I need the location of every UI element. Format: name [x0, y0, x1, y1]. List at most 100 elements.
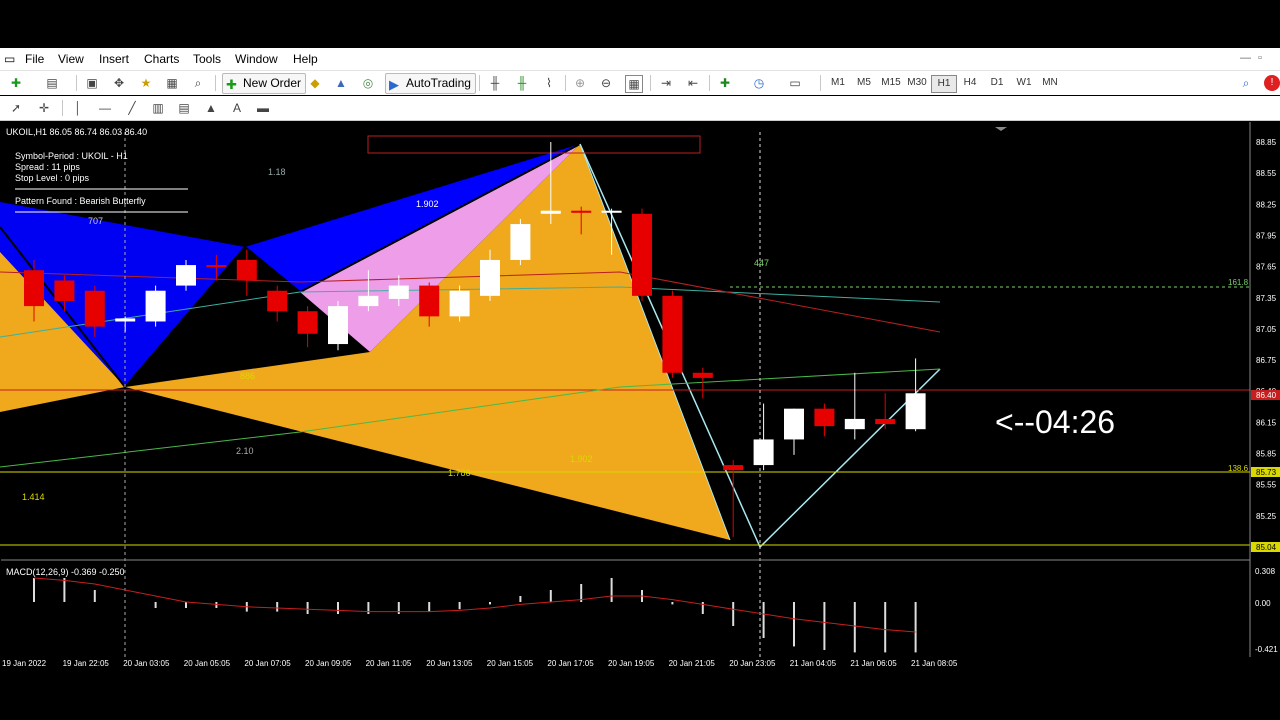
vertical-line-icon[interactable]: │: [70, 100, 86, 116]
chart-shift-marker[interactable]: [995, 127, 1007, 131]
price-marker-label: 85.04: [1256, 543, 1277, 552]
tf-d1[interactable]: D1: [985, 75, 1009, 91]
price-tick-label: 85.55: [1256, 481, 1277, 490]
macd-label: MACD(12,26,9) -0.369 -0.250: [6, 567, 125, 577]
macd-signal-line: [33, 577, 916, 633]
fib-label-1618: 161.8: [1228, 278, 1249, 287]
candle-bear: [297, 311, 318, 334]
price-tick-label: 86.75: [1256, 356, 1277, 365]
candle-bull: [115, 318, 136, 322]
new-order-button[interactable]: ✚ New Order: [222, 73, 307, 94]
candle-bear: [723, 465, 744, 471]
candle-bear: [662, 295, 683, 373]
time-tick-label: 20 Jan 03:05: [123, 659, 170, 668]
candle-bull: [540, 210, 561, 214]
navigator-icon[interactable]: ✥: [111, 75, 127, 91]
templates-icon[interactable]: ▭: [787, 75, 803, 91]
menu-charts[interactable]: Charts: [144, 52, 179, 66]
macd-tick-top: 0.308: [1255, 567, 1276, 576]
label-icon[interactable]: ▬: [255, 100, 271, 116]
fib-label-1902b: 1.902: [570, 454, 593, 464]
candle-bull: [328, 306, 348, 345]
price-chart[interactable]: 88.85 88.55 88.25 87.95 87.65 87.35 87.05 86.75…: [0, 122, 1280, 672]
fib-label-707: 707: [88, 216, 103, 226]
search-icon[interactable]: ⌕: [1238, 75, 1254, 91]
price-tick-label: 88.25: [1256, 200, 1277, 209]
fibonacci-icon[interactable]: ▤: [176, 100, 192, 116]
gold-icon[interactable]: ◆: [307, 75, 323, 91]
menu-file[interactable]: File: [25, 52, 44, 66]
minimize-icon[interactable]: —: [1240, 52, 1251, 64]
tf-m1[interactable]: M1: [826, 75, 850, 91]
tf-h4[interactable]: H4: [958, 75, 982, 91]
app-icon[interactable]: ▭: [4, 52, 15, 66]
menu-tools[interactable]: Tools: [193, 52, 221, 66]
crosshair-icon[interactable]: ✛: [36, 100, 52, 116]
notification-icon[interactable]: !: [1264, 75, 1280, 91]
time-tick-label: 21 Jan 08:05: [911, 659, 958, 668]
menu-insert[interactable]: Insert: [99, 52, 129, 66]
candle-bear: [54, 280, 75, 301]
horizontal-line-icon[interactable]: —: [97, 100, 113, 116]
auto-scroll-icon[interactable]: ⇥: [658, 75, 674, 91]
chart-shift-icon[interactable]: ⇤: [685, 75, 701, 91]
info-symbol: Symbol-Period : UKOIL - H1: [15, 151, 128, 161]
data-window-icon[interactable]: ★: [138, 75, 154, 91]
market-watch-icon[interactable]: ▣: [84, 75, 100, 91]
time-tick-label: 20 Jan 17:05: [547, 659, 594, 668]
price-tick-label: 87.95: [1256, 231, 1277, 240]
indicators-icon[interactable]: ✚: [717, 75, 733, 91]
line-chart-icon[interactable]: ⌇: [541, 75, 557, 91]
chart-window[interactable]: 88.85 88.55 88.25 87.95 87.65 87.35 87.05 86.75…: [0, 122, 1280, 672]
bar-chart-icon[interactable]: ╫: [487, 75, 503, 91]
zoom-out-icon[interactable]: ⊖: [598, 75, 614, 91]
price-marker-label: 86.40: [1256, 391, 1277, 400]
candle-bear: [692, 372, 713, 378]
terminal-icon[interactable]: ▦: [164, 75, 180, 91]
new-chart-icon[interactable]: ✚: [8, 75, 24, 91]
cursor-icon[interactable]: ➚: [8, 100, 24, 116]
fib-label-886: 886: [240, 371, 255, 381]
profiles-icon[interactable]: ▤: [44, 75, 60, 91]
restore-icon[interactable]: ▫: [1258, 52, 1262, 64]
signals-icon[interactable]: ◎: [360, 75, 376, 91]
trendline-icon[interactable]: ╱: [124, 100, 140, 116]
info-stoplevel: Stop Level : 0 pips: [15, 173, 90, 183]
menu-window[interactable]: Window: [235, 52, 278, 66]
market-icon[interactable]: ▲: [333, 75, 349, 91]
autotrading-icon: ▶: [389, 77, 399, 92]
tf-m30[interactable]: M30: [905, 75, 929, 91]
time-tick-label: 21 Jan 04:05: [790, 659, 837, 668]
time-axis: 19 Jan 2022 19 Jan 22:05 20 Jan 03:05 20 Ja…: [2, 659, 958, 668]
menu-help[interactable]: Help: [293, 52, 318, 66]
candle-bull: [905, 393, 926, 430]
zoom-in-icon[interactable]: ⊕: [572, 75, 588, 91]
candlestick-icon[interactable]: ╫: [514, 75, 530, 91]
shapes-icon[interactable]: ▲: [203, 100, 219, 116]
tf-mn[interactable]: MN: [1038, 75, 1062, 91]
price-tick-label: 85.25: [1256, 512, 1277, 521]
time-tick-label: 19 Jan 22:05: [63, 659, 110, 668]
tile-windows-icon[interactable]: ▦: [625, 75, 643, 93]
fib-label-1414: 1.414: [22, 492, 45, 502]
autotrading-label: AutoTrading: [406, 76, 471, 90]
time-tick-label: 20 Jan 13:05: [426, 659, 473, 668]
tf-h1[interactable]: H1: [931, 75, 957, 93]
fib-label-210: 2.10: [236, 446, 254, 456]
menu-view[interactable]: View: [58, 52, 84, 66]
new-order-icon: ✚: [226, 77, 237, 92]
channel-icon[interactable]: ▥: [150, 100, 166, 116]
price-axis: 88.85 88.55 88.25 87.95 87.65 87.35 87.05 86.75…: [1251, 138, 1280, 552]
tester-icon[interactable]: ⌕: [190, 75, 206, 91]
price-marker-label: 85.73: [1256, 468, 1277, 477]
fib-label-447: 447: [754, 258, 769, 268]
tf-w1[interactable]: W1: [1012, 75, 1036, 91]
candle-bull: [601, 210, 622, 213]
periods-icon[interactable]: ◷: [751, 75, 767, 91]
candle-bear: [875, 418, 896, 425]
autotrading-button[interactable]: ▶ AutoTrading: [385, 73, 476, 94]
tf-m5[interactable]: M5: [852, 75, 876, 91]
text-icon[interactable]: A: [229, 100, 245, 116]
new-order-label: New Order: [243, 76, 302, 90]
tf-m15[interactable]: M15: [879, 75, 903, 91]
